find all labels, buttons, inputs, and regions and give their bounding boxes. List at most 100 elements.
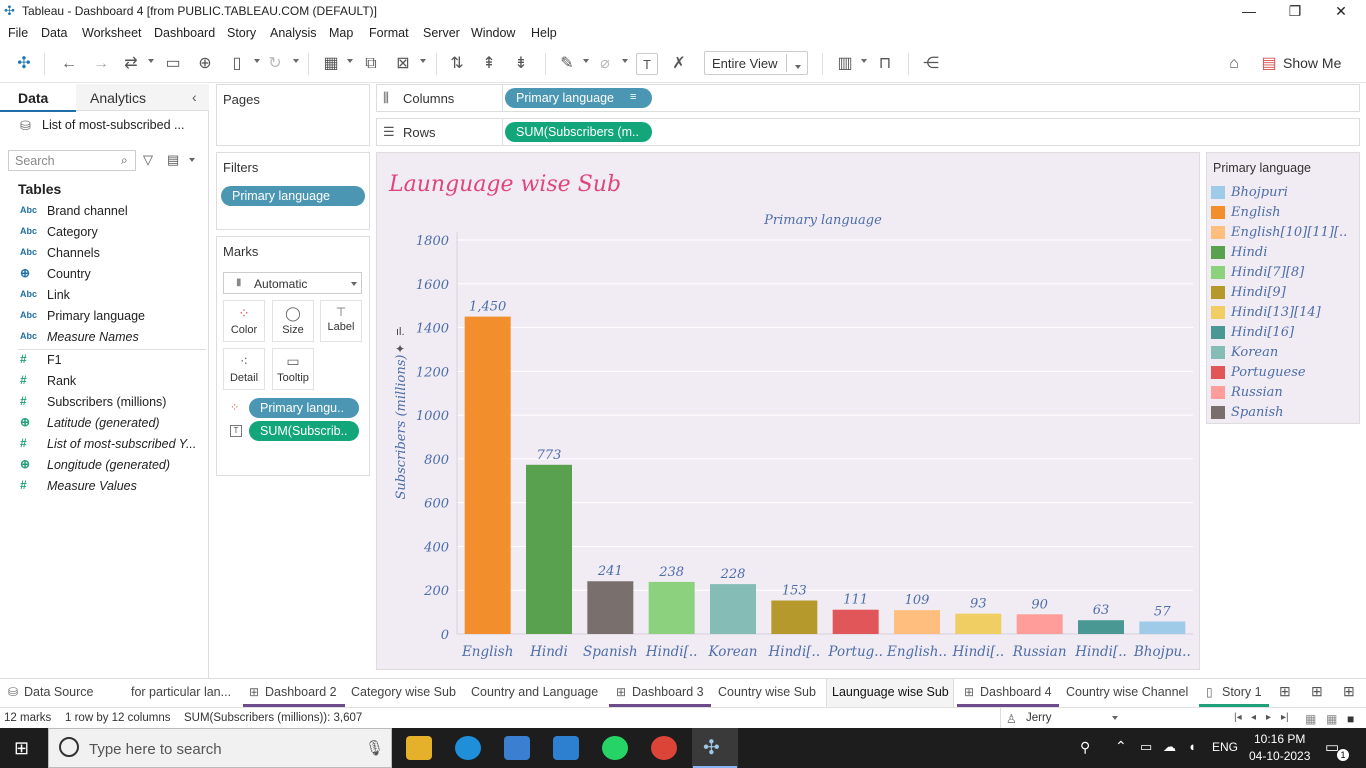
marks-size-button[interactable]: ◯ Size — [272, 300, 314, 342]
datasource-name[interactable]: List of most-subscribed ... — [42, 118, 184, 132]
menu-analysis[interactable]: Analysis — [270, 26, 317, 40]
bar-2[interactable] — [526, 464, 572, 634]
new-story-icon[interactable]: ⊞ — [1343, 683, 1355, 700]
legend-item[interactable]: Hindi — [1211, 243, 1359, 263]
onedrive-icon[interactable]: ☁ — [1163, 739, 1176, 755]
next-sheet-icon[interactable]: ▸ — [1266, 712, 1271, 723]
x-tick-label[interactable]: Portug.. — [827, 644, 882, 660]
field-country[interactable]: ⊕ Country — [18, 265, 206, 285]
menu-window[interactable]: Window — [471, 26, 515, 40]
mail-icon[interactable] — [553, 736, 579, 760]
marks-label-button[interactable]: ⊤ Label — [320, 300, 362, 342]
field-category[interactable]: Abc Category — [18, 223, 206, 243]
fit-select[interactable]: Entire View — [704, 51, 808, 75]
bar-9[interactable] — [955, 613, 1002, 634]
undo-icon[interactable]: ← — [58, 53, 80, 75]
save-icon[interactable]: ▭ — [162, 53, 184, 75]
format-painter-icon[interactable]: ⌂ — [1223, 53, 1245, 75]
field-longitude[interactable]: ⊕ Longitude (generated) — [18, 456, 206, 476]
x-tick-label[interactable]: English.. — [886, 644, 947, 660]
filter-pill-primary-language[interactable]: Primary language — [221, 186, 365, 206]
pause-updates-icon[interactable]: ▯ — [226, 53, 248, 75]
tab-data-source[interactable]: Data Source — [24, 685, 93, 699]
rows-pill[interactable]: SUM(Subscribers (m.. — [505, 122, 652, 142]
legend-item[interactable]: Bhojpuri — [1211, 183, 1359, 203]
x-tick-label[interactable]: Hindi — [529, 644, 568, 660]
filters-card[interactable]: Filters Primary language — [216, 152, 370, 230]
field-f1[interactable]: # F1 — [18, 351, 206, 371]
show-cards-icon[interactable]: ▥ — [834, 53, 856, 75]
bar-3[interactable] — [587, 581, 634, 634]
show-sheet-sorter-icon[interactable]: ▦ — [1326, 712, 1337, 726]
field-measure-names[interactable]: Abc Measure Names — [18, 328, 206, 350]
x-tick-label[interactable]: Russian — [1012, 644, 1067, 660]
new-worksheet-icon[interactable]: ⊞ — [1279, 683, 1291, 700]
x-tick-label[interactable]: Spanish — [583, 644, 638, 660]
store-icon[interactable] — [504, 736, 530, 760]
bar-4[interactable] — [648, 581, 695, 634]
microphone-icon[interactable]: 🎙 — [365, 739, 384, 757]
x-tick-label[interactable]: Hindi[.. — [645, 644, 698, 660]
chevron-down-icon[interactable] — [148, 59, 154, 63]
search-icon[interactable]: ⌕ — [121, 153, 128, 168]
marks-pill-color[interactable]: Primary langu.. — [249, 398, 359, 418]
bar-10[interactable] — [1016, 614, 1063, 634]
x-tick-label[interactable]: Hindi[.. — [1074, 644, 1127, 660]
chevron-down-icon[interactable] — [420, 59, 426, 63]
refresh-icon[interactable]: ↻ — [264, 53, 286, 75]
legend-item[interactable]: Korean — [1211, 343, 1359, 363]
redo-icon[interactable]: → — [90, 53, 112, 75]
chevron-down-icon[interactable] — [254, 59, 260, 63]
marks-detail-button[interactable]: ⁖ Detail — [223, 348, 265, 390]
rows-shelf[interactable]: ☰ Rows SUM(Subscribers (m.. — [376, 118, 1360, 146]
legend-item[interactable]: Spanish — [1211, 403, 1359, 423]
chevron-down-icon[interactable] — [583, 59, 589, 63]
legend-item[interactable]: Portuguese — [1211, 363, 1359, 383]
tab-for-particular-language[interactable]: for particular lan... — [131, 685, 231, 699]
pages-card[interactable]: Pages — [216, 84, 370, 146]
x-tick-label[interactable]: English — [461, 644, 513, 660]
field-rank[interactable]: # Rank — [18, 372, 206, 392]
show-mark-labels-icon[interactable]: T — [636, 53, 658, 75]
chevron-up-icon[interactable]: ⌃ — [1115, 738, 1127, 755]
field-brand-channel[interactable]: Abc Brand channel — [18, 202, 206, 222]
presentation-mode-icon[interactable]: ⊓ — [874, 53, 896, 75]
field-subscribers[interactable]: # Subscribers (millions) — [18, 393, 206, 413]
chrome-icon[interactable] — [651, 736, 677, 760]
marks-tooltip-button[interactable]: ▭ Tooltip — [272, 348, 314, 390]
legend-item[interactable]: Hindi[13][14] — [1211, 303, 1359, 323]
chevron-down-icon[interactable] — [622, 59, 628, 63]
tab-country-wise-sub[interactable]: Country wise Sub — [718, 685, 816, 699]
menu-data[interactable]: Data — [41, 26, 67, 40]
tab-analytics[interactable]: Analytics — [90, 90, 146, 106]
bar-5[interactable] — [710, 584, 756, 634]
x-tick-label[interactable]: Bhojpu.. — [1133, 644, 1191, 660]
field-link[interactable]: Abc Link — [18, 286, 206, 306]
tab-story-1[interactable]: Story 1 — [1222, 685, 1262, 699]
field-channels[interactable]: Abc Channels — [18, 244, 206, 264]
marks-color-button[interactable]: ⁘ Color — [223, 300, 265, 342]
tab-country-and-language[interactable]: Country and Language — [471, 685, 598, 699]
view-options-icon[interactable]: ▤ — [167, 152, 179, 168]
menu-help[interactable]: Help — [531, 26, 557, 40]
x-tick-label[interactable]: Hindi[.. — [952, 644, 1005, 660]
filter-icon[interactable]: ▽ — [143, 152, 153, 168]
sort-icon[interactable]: ≡ — [630, 91, 636, 103]
menu-map[interactable]: Map — [329, 26, 353, 40]
chevron-down-icon[interactable] — [1112, 716, 1118, 720]
battery-icon[interactable]: ▭ — [1140, 739, 1152, 755]
people-icon[interactable]: ⚲ — [1080, 739, 1090, 756]
last-sheet-icon[interactable]: ▸| — [1281, 712, 1289, 723]
marks-pill-label[interactable]: SUM(Subscrib.. — [249, 421, 359, 441]
tab-country-wise-channel[interactable]: Country wise Channel — [1066, 685, 1188, 699]
bar-11[interactable] — [1078, 620, 1124, 634]
chevron-down-icon[interactable] — [347, 59, 353, 63]
show-tabs-icon[interactable]: ■ — [1347, 712, 1354, 726]
menu-format[interactable]: Format — [369, 26, 409, 40]
input-language[interactable]: ENG — [1212, 740, 1238, 754]
chart-view[interactable]: Launguage wise Sub Primary language Subs… — [376, 152, 1200, 670]
field-primary-language[interactable]: Abc Primary language — [18, 307, 206, 327]
windows-start-icon[interactable]: ⊞ — [14, 738, 29, 759]
bar-7[interactable] — [832, 609, 879, 634]
legend-item[interactable]: English[10][11][.. — [1211, 223, 1359, 243]
